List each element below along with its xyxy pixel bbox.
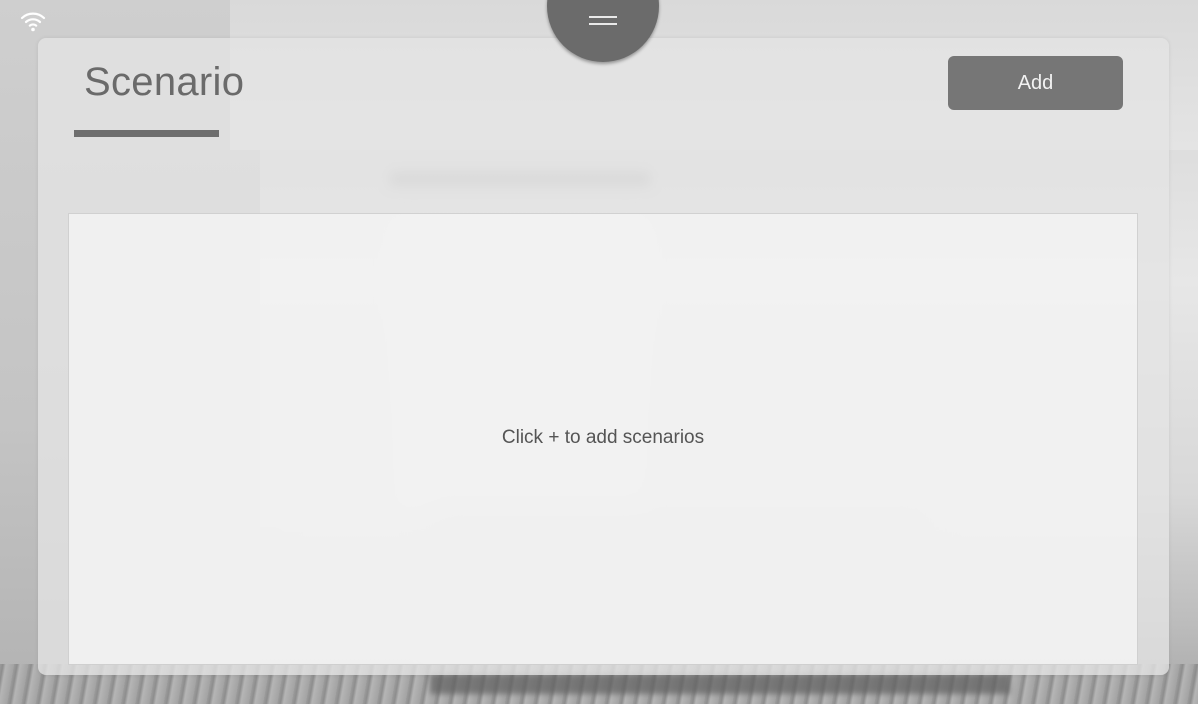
scenario-screen: Scenario Add Click + to add scenarios	[0, 0, 1198, 704]
menu-handle-icon-bar	[589, 23, 617, 25]
add-button[interactable]: Add	[948, 56, 1123, 110]
scenario-list: Click + to add scenarios	[68, 213, 1138, 665]
title-underline	[74, 130, 219, 137]
wifi-icon	[20, 12, 46, 32]
background-rug	[430, 674, 1010, 694]
scenario-panel: Scenario Add Click + to add scenarios	[38, 38, 1169, 675]
page-title: Scenario	[84, 60, 245, 104]
empty-state-message: Click + to add scenarios	[501, 427, 705, 448]
menu-handle-icon	[589, 16, 617, 18]
